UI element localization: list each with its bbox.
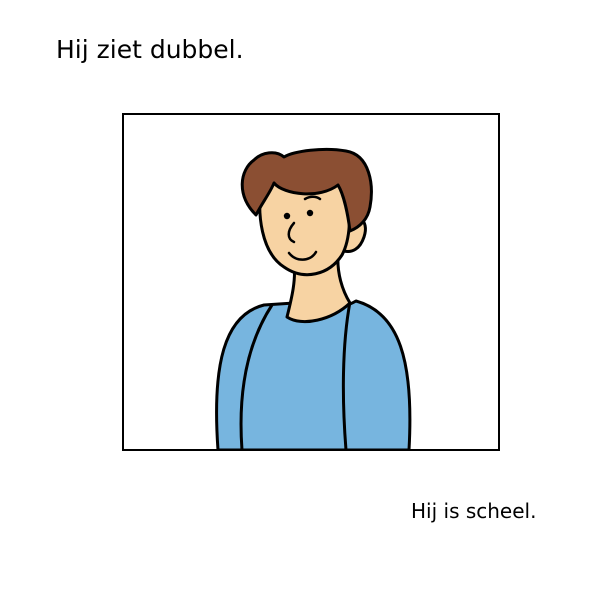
boy-illustration [215,147,412,449]
eye-right [306,209,314,217]
eye-left [283,212,291,220]
top-caption: Hij ziet dubbel. [56,35,244,64]
bottom-caption: Hij is scheel. [411,499,537,523]
illustration-frame [122,113,500,451]
